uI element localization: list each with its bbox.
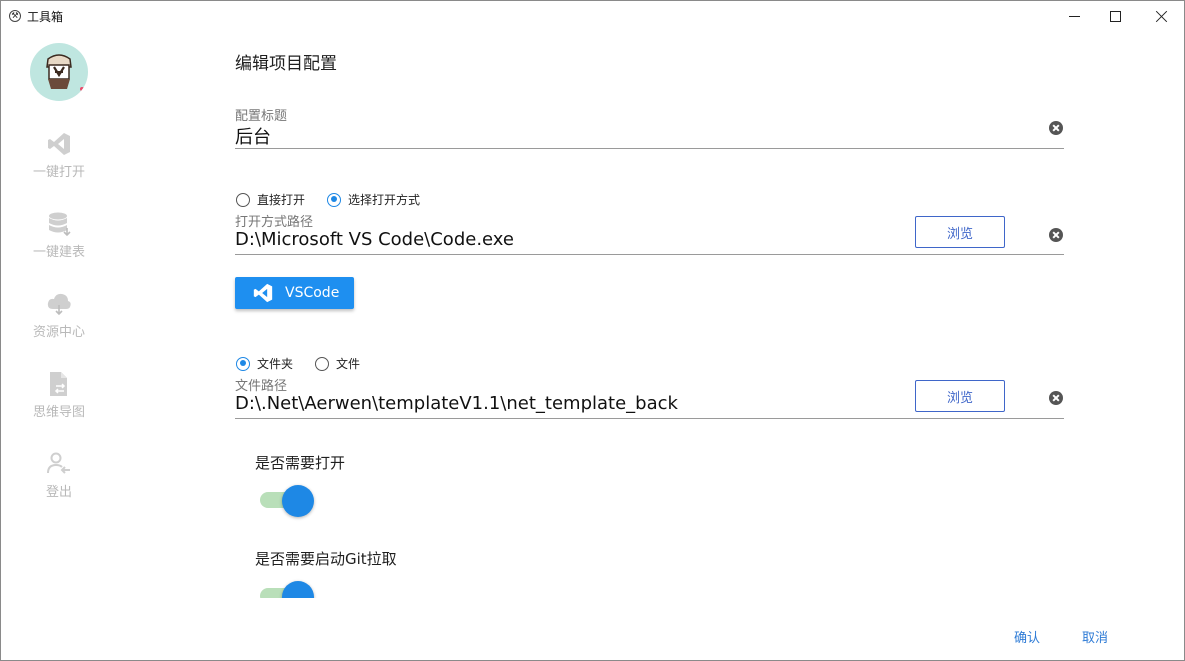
sidebar-item-quick-table[interactable]: 一键建表 xyxy=(1,211,117,271)
radio-checked-icon xyxy=(327,192,341,207)
confirm-button[interactable]: 确认 xyxy=(1014,627,1040,646)
radio-folder[interactable]: 文件夹 xyxy=(236,355,293,372)
open-path-label: 打开方式路径 xyxy=(235,215,314,230)
open-path-input[interactable]: D:\Microsoft VS Code\Code.exe xyxy=(235,229,514,250)
sidebar: 一键打开 一键建表 资源中心 思维导图 登出 xyxy=(1,31,117,660)
vscode-button[interactable]: VSCode xyxy=(235,277,354,309)
radio-direct-open[interactable]: 直接打开 xyxy=(236,191,305,208)
radio-label: 文件夹 xyxy=(257,357,294,371)
radio-label: 直接打开 xyxy=(257,193,306,207)
need-git-toggle[interactable] xyxy=(260,581,316,598)
database-icon xyxy=(49,212,71,237)
file-path-label: 文件路径 xyxy=(235,379,288,394)
config-title-input[interactable]: 后台 xyxy=(235,123,271,149)
sidebar-item-label: 一键建表 xyxy=(32,245,85,260)
radio-label: 文件 xyxy=(336,357,361,371)
maximize-button[interactable] xyxy=(1092,1,1138,31)
close-icon xyxy=(1155,10,1168,23)
radio-choose-open-mode[interactable]: 选择打开方式 xyxy=(327,191,420,208)
sidebar-item-quick-open[interactable]: 一键打开 xyxy=(1,131,117,191)
app-logo-icon: ⚒ xyxy=(9,10,21,22)
file-path-clear-icon[interactable] xyxy=(1049,391,1063,405)
maximize-icon xyxy=(1109,10,1121,22)
sidebar-item-label: 一键打开 xyxy=(32,165,85,180)
file-path-input[interactable]: D:\.Net\Aerwen\templateV1.1\net_template… xyxy=(235,393,678,414)
avatar-figure-icon xyxy=(46,54,72,89)
radio-checked-icon xyxy=(236,356,250,371)
sidebar-item-logout[interactable]: 登出 xyxy=(1,451,117,511)
sidebar-item-mind-map[interactable]: 思维导图 xyxy=(1,371,117,431)
radio-unchecked-icon xyxy=(315,356,329,371)
config-title-underline xyxy=(235,148,1064,149)
need-open-toggle[interactable] xyxy=(260,485,316,517)
vscode-icon xyxy=(253,283,273,303)
avatar-dot xyxy=(34,91,38,95)
scroll-clip xyxy=(251,576,331,598)
sidebar-item-label: 资源中心 xyxy=(32,325,85,340)
file-path-browse-button[interactable]: 浏览 xyxy=(915,380,1005,412)
sidebar-item-label: 思维导图 xyxy=(32,405,85,420)
config-title-clear-icon[interactable] xyxy=(1049,121,1063,135)
cancel-button[interactable]: 取消 xyxy=(1082,627,1108,646)
minimize-icon xyxy=(1068,15,1080,17)
radio-label: 选择打开方式 xyxy=(348,193,421,207)
file-path-underline xyxy=(235,418,1064,419)
toggle-knob xyxy=(282,485,314,517)
title-bar: ⚒ 工具箱 xyxy=(1,1,1184,31)
cloud-download-icon xyxy=(47,293,71,316)
close-window-button[interactable] xyxy=(1138,1,1184,31)
config-title-label: 配置标题 xyxy=(235,109,288,124)
vscode-icon xyxy=(48,133,70,155)
sidebar-item-label: 登出 xyxy=(45,485,72,500)
avatar-dot xyxy=(80,87,84,91)
user-logout-icon xyxy=(47,452,70,474)
avatar[interactable] xyxy=(30,43,88,101)
open-path-underline xyxy=(235,254,1064,255)
radio-file[interactable]: 文件 xyxy=(315,355,360,372)
need-open-label: 是否需要打开 xyxy=(255,454,346,472)
toggle-knob xyxy=(282,581,314,598)
app-window: ⚒ 工具箱 一键打开 一键建表 资源中心 思维导图 登出 编辑项目配置 配置标题… xyxy=(0,0,1185,661)
need-git-label: 是否需要启动Git拉取 xyxy=(255,550,397,568)
window-title: 工具箱 xyxy=(27,10,64,24)
sidebar-item-resource-center[interactable]: 资源中心 xyxy=(1,291,117,351)
file-sync-icon xyxy=(50,372,67,396)
radio-unchecked-icon xyxy=(236,192,250,207)
minimize-button[interactable] xyxy=(1051,1,1097,31)
vscode-button-label: VSCode xyxy=(285,285,340,301)
open-path-browse-button[interactable]: 浏览 xyxy=(915,216,1005,248)
open-path-clear-icon[interactable] xyxy=(1049,228,1063,242)
page-title: 编辑项目配置 xyxy=(235,54,337,74)
